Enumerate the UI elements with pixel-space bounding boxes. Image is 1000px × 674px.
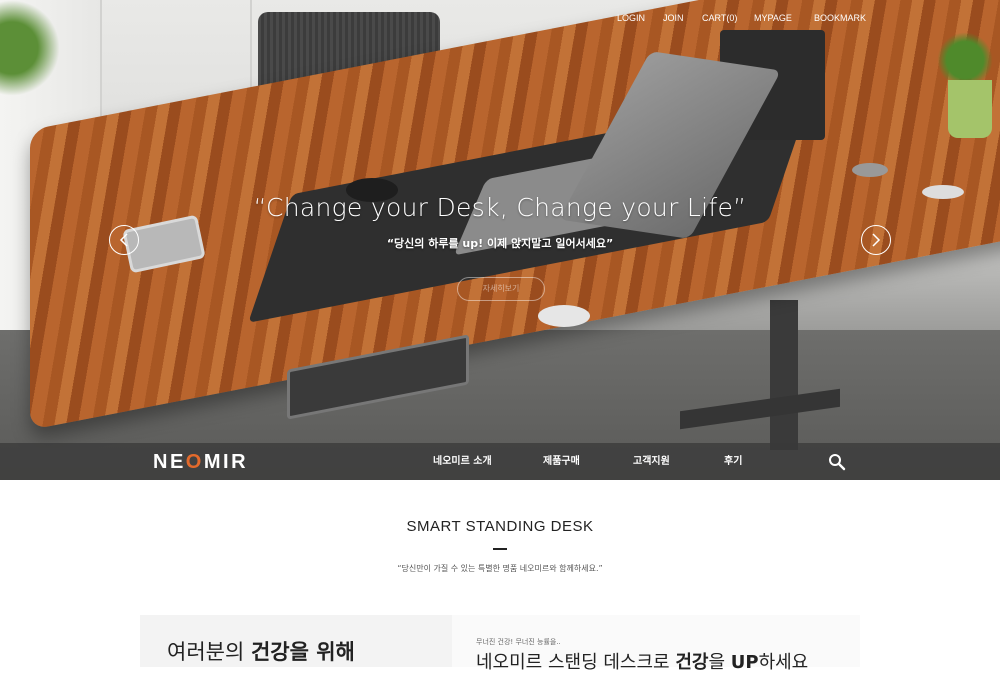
feature-tagline: 네오미르 스탠딩 데스크로 건강을 UP하세요 — [476, 648, 808, 674]
bookmark-link[interactable]: BOOKMARK — [814, 0, 866, 36]
cart-link[interactable]: CART(0) — [702, 0, 737, 36]
chevron-right-icon — [872, 233, 881, 247]
desk-leg — [770, 300, 798, 450]
section-title: SMART STANDING DESK — [406, 518, 594, 535]
nav-item-support[interactable]: 고객지원 — [633, 443, 670, 480]
title-divider — [493, 548, 507, 550]
cable-grommet — [852, 163, 888, 177]
main-navigation-bar — [0, 443, 1000, 480]
section-subtitle: “당신만이 가질 수 있는 특별한 명품 네오미르와 함께하세요.” — [397, 564, 603, 573]
hero-subtitle: “당신의 하루를 up! 이제 앉지말고 일어서세요” — [386, 237, 614, 250]
feature-note: 무너진 건강! 무너진 능률을.. — [476, 638, 561, 646]
cable-grommet — [538, 305, 590, 327]
search-icon — [829, 454, 846, 471]
tagline-bold-health: 건강 — [675, 652, 709, 673]
slider-next-button[interactable] — [861, 225, 891, 255]
top-utility-bar: LOGIN JOIN CART(0) MYPAGE BOOKMARK — [0, 0, 1000, 36]
login-link[interactable]: LOGIN — [617, 0, 645, 36]
logo-text: NE — [153, 451, 186, 473]
nav-item-reviews[interactable]: 후기 — [724, 443, 742, 480]
feature-heading-bold: 건강을 위해 — [250, 640, 355, 664]
nav-item-about[interactable]: 네오미르 소개 — [433, 443, 492, 480]
feature-heading: 여러분의 건강을 위해 — [167, 636, 355, 666]
tagline-mid: 을 — [708, 652, 731, 673]
tagline-suffix: 하세요 — [758, 652, 809, 673]
slider-prev-button[interactable] — [109, 225, 139, 255]
site-logo[interactable]: NEOMIR — [153, 449, 248, 475]
logo-text: MIR — [203, 451, 249, 473]
plant-pot — [948, 80, 992, 138]
feature-heading-prefix: 여러분의 — [167, 640, 251, 664]
logo-accent-letter: O — [185, 451, 204, 473]
join-link[interactable]: JOIN — [663, 0, 684, 36]
tagline-bold-up: UP — [730, 652, 759, 673]
mypage-link[interactable]: MYPAGE — [754, 0, 792, 36]
chevron-left-icon — [119, 233, 128, 247]
hero-title: “Change your Desk, Change your Life” — [253, 193, 747, 222]
search-button[interactable] — [828, 453, 846, 471]
nav-item-shop[interactable]: 제품구매 — [543, 443, 580, 480]
hero-more-button[interactable]: 자세히보기 — [457, 277, 545, 301]
tagline-prefix: 네오미르 스탠딩 데스크로 — [476, 652, 676, 673]
